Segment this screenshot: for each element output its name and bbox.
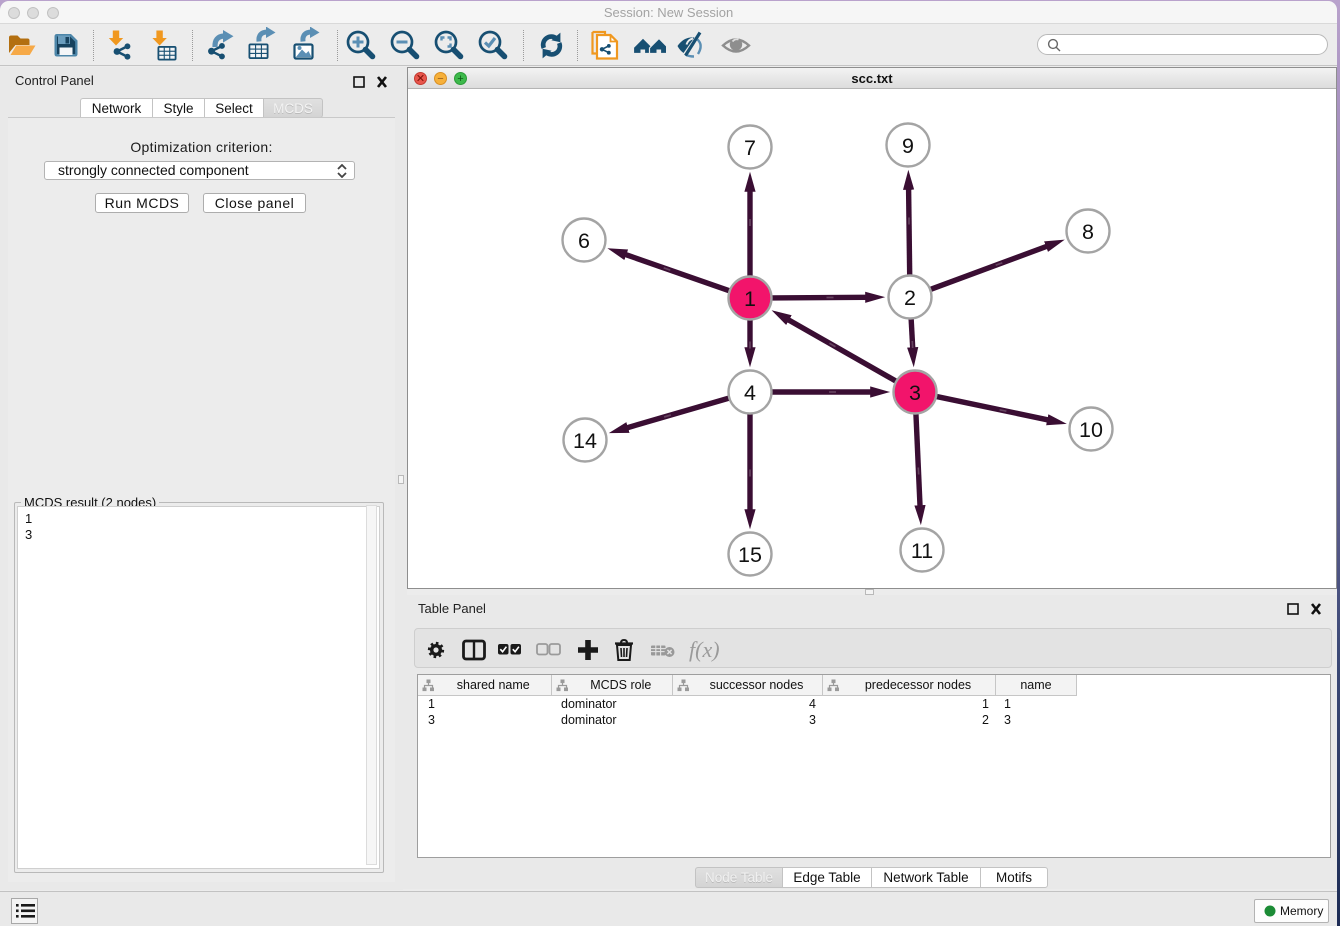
svg-text:9: 9 xyxy=(902,134,914,158)
svg-text:1: 1 xyxy=(744,287,756,311)
svg-text:4: 4 xyxy=(744,381,756,405)
svg-text:14: 14 xyxy=(573,429,597,453)
svg-text:f(x): f(x) xyxy=(689,637,720,662)
svg-text:8: 8 xyxy=(1082,220,1094,244)
svg-text:6: 6 xyxy=(578,229,590,253)
svg-text:11: 11 xyxy=(911,539,933,563)
svg-text:15: 15 xyxy=(738,543,762,567)
svg-text:7: 7 xyxy=(744,136,756,160)
svg-text:3: 3 xyxy=(909,381,921,405)
svg-text:2: 2 xyxy=(904,286,916,310)
svg-text:10: 10 xyxy=(1079,418,1103,442)
